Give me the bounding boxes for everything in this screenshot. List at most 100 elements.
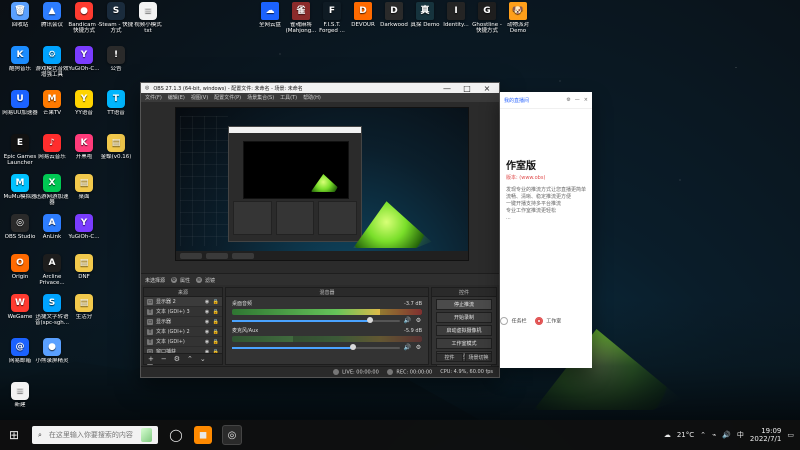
- lock-icon[interactable]: 🔒: [213, 309, 219, 315]
- network-icon[interactable]: ⌁: [712, 431, 716, 439]
- desktop-shortcut[interactable]: U 网易UU加速器: [2, 90, 38, 132]
- menu-edit[interactable]: 编辑(E): [168, 94, 185, 101]
- desktop-shortcut[interactable]: ⚙ 游戏模式音效增强工具: [34, 46, 70, 88]
- obs-window[interactable]: ◎ OBS 27.1.3 (64-bit, windows) - 配置文件: 未…: [140, 82, 500, 378]
- visibility-icon[interactable]: ◉: [204, 329, 210, 335]
- obs-preview[interactable]: [175, 107, 469, 261]
- visibility-icon[interactable]: ◉: [204, 309, 210, 315]
- source-row[interactable]: ▭ 显示器 ◉ 🔒: [144, 317, 222, 327]
- menu-file[interactable]: 文件(F): [145, 94, 162, 101]
- desktop-shortcut[interactable]: 🗑 回收站: [2, 2, 38, 44]
- taskbar-search-input[interactable]: [46, 430, 137, 440]
- tray-arrow-icon[interactable]: ⌃: [700, 431, 706, 439]
- desktop-shortcut[interactable]: X 迅游网游加速器: [34, 174, 70, 216]
- properties-button[interactable]: ⚙ 属性: [171, 277, 190, 284]
- my-live-room-link[interactable]: 我的直播间: [504, 97, 529, 104]
- lock-icon[interactable]: 🔒: [213, 299, 219, 305]
- desktop-shortcut[interactable]: K 开黑啦: [66, 134, 102, 176]
- desktop-shortcut[interactable]: K 酷狗音乐: [2, 46, 38, 88]
- pinned-app-icon[interactable]: ◼: [194, 426, 212, 444]
- desktop-shortcut[interactable]: W WeGame: [2, 294, 38, 336]
- menu-tools[interactable]: 工具(T): [280, 94, 297, 101]
- desktop-shortcut[interactable]: A Arcline Privace...: [34, 254, 70, 296]
- obs-titlebar[interactable]: ◎ OBS 27.1.3 (64-bit, windows) - 配置文件: 未…: [141, 83, 499, 93]
- visibility-icon[interactable]: ◉: [204, 339, 210, 345]
- remove-source-button[interactable]: −: [161, 355, 167, 363]
- source-row[interactable]: T 文本 (GDI+) ◉ 🔒: [144, 337, 222, 347]
- desktop-shortcut[interactable]: ◎ OBS Studio: [2, 214, 38, 256]
- move-up-icon[interactable]: ⌃: [187, 355, 193, 363]
- menu-view[interactable]: 视图(V): [191, 94, 208, 101]
- desktop-shortcut[interactable]: Y YY语音: [66, 90, 102, 132]
- desktop-shortcut[interactable]: ≡ 视频小模式 txt: [130, 2, 166, 44]
- task-view-button[interactable]: ◯: [168, 427, 184, 443]
- volume-knob[interactable]: [366, 316, 373, 323]
- volume-knob[interactable]: [349, 343, 356, 350]
- notification-icon[interactable]: ▭: [787, 431, 794, 439]
- weather-icon[interactable]: ☁: [664, 431, 671, 439]
- lock-icon[interactable]: 🔒: [213, 329, 219, 335]
- visibility-icon[interactable]: ◉: [204, 299, 210, 305]
- obs-taskbar-icon[interactable]: ◎: [222, 425, 242, 445]
- option-studio[interactable]: 工作室: [534, 317, 561, 325]
- desktop-shortcut[interactable]: M 芒果TV: [34, 90, 70, 132]
- desktop-shortcut[interactable]: ≡ 新建: [2, 382, 38, 424]
- desktop-shortcut[interactable]: T TT语音: [98, 90, 134, 132]
- close-icon[interactable]: ×: [479, 83, 495, 93]
- minimize-icon[interactable]: —: [575, 97, 580, 103]
- desktop-shortcut[interactable]: M MuMu模拟器: [2, 174, 38, 216]
- move-down-icon[interactable]: ⌄: [200, 355, 206, 363]
- desktop-shortcut[interactable]: A AnLink: [34, 214, 70, 256]
- desktop-shortcut[interactable]: O Origin: [2, 254, 38, 296]
- desktop-shortcut[interactable]: ♪ 网易云音乐: [34, 134, 70, 176]
- desktop-shortcut[interactable]: E Epic Games Launcher: [2, 134, 38, 176]
- control-button[interactable]: 工作室模式: [436, 338, 492, 349]
- volume-slider[interactable]: [232, 316, 400, 323]
- menu-help[interactable]: 帮助(H): [303, 94, 321, 101]
- source-settings-icon[interactable]: ⚙: [174, 355, 180, 363]
- audio-settings-icon[interactable]: ⚙: [415, 317, 422, 324]
- tab-controls[interactable]: 控件: [436, 353, 463, 362]
- control-button[interactable]: 开始录制: [436, 312, 492, 323]
- control-button[interactable]: 启动虚拟摄像机: [436, 325, 492, 336]
- desktop-shortcut[interactable]: ▤ 桌面: [66, 174, 102, 216]
- desktop-shortcut[interactable]: S Steam - 快捷方式: [98, 2, 134, 44]
- desktop-shortcut[interactable]: ! 公告: [98, 46, 134, 88]
- desktop-shortcut[interactable]: ▤ DNF: [66, 254, 102, 296]
- side-window[interactable]: 我的直播间 ⚙ — × 作室版 版本: (www.obs) 发现专业的推流方式让…: [500, 92, 592, 368]
- desktop-shortcut[interactable]: ▲ 腾讯会议: [34, 2, 70, 44]
- taskbar-search[interactable]: ⌕: [32, 426, 158, 444]
- option-taskbar[interactable]: 任务栏: [500, 317, 527, 325]
- minimize-icon[interactable]: —: [439, 83, 455, 93]
- desktop-shortcut-top[interactable]: 🐶 动物派对 Demo: [500, 2, 536, 44]
- speaker-icon[interactable]: 🔊: [404, 317, 411, 324]
- menu-profile[interactable]: 配置文件(P): [214, 94, 241, 101]
- desktop-shortcut[interactable]: @ 网易邮箱: [2, 338, 38, 380]
- lock-icon[interactable]: 🔒: [213, 319, 219, 325]
- source-row[interactable]: T 文本 (GDI+) 2 ◉ 🔒: [144, 327, 222, 337]
- speaker-icon[interactable]: 🔊: [404, 344, 411, 351]
- desktop-shortcut[interactable]: ● 小熊录屏精灵: [34, 338, 70, 380]
- source-row[interactable]: T 文本 (GDI+) 3 ◉ 🔒: [144, 307, 222, 317]
- desktop-shortcut[interactable]: ▤ 生活分: [66, 294, 102, 336]
- desktop-shortcut[interactable]: S 迅捷文字转语音(spc-sgh...: [34, 294, 70, 336]
- language-indicator[interactable]: 中: [737, 430, 744, 440]
- volume-icon[interactable]: 🔊: [722, 431, 731, 439]
- tab-scene-transitions[interactable]: 场景切换: [465, 353, 492, 362]
- desktop-shortcut[interactable]: ▤ 金蝶(v0.16): [98, 134, 134, 176]
- desktop-shortcut[interactable]: Y YuGiOh-C...: [66, 214, 102, 256]
- lock-icon[interactable]: 🔒: [213, 339, 219, 345]
- clock[interactable]: 19:09 2022/7/1: [750, 427, 781, 443]
- add-source-button[interactable]: +: [148, 355, 154, 363]
- desktop-shortcut[interactable]: ● Bandicam - 快捷方式: [66, 2, 102, 44]
- menu-scene-collection[interactable]: 场景集合(S): [247, 94, 274, 101]
- filters-button[interactable]: ≋ 滤镜: [196, 277, 215, 284]
- settings-icon[interactable]: ⚙: [566, 97, 570, 103]
- start-button[interactable]: ⊞: [6, 427, 22, 443]
- audio-settings-icon[interactable]: ⚙: [415, 344, 422, 351]
- volume-slider[interactable]: [232, 343, 400, 350]
- visibility-icon[interactable]: ◉: [204, 319, 210, 325]
- close-icon[interactable]: ×: [584, 97, 588, 103]
- maximize-icon[interactable]: □: [459, 83, 475, 93]
- control-button[interactable]: 停止推流: [436, 299, 492, 310]
